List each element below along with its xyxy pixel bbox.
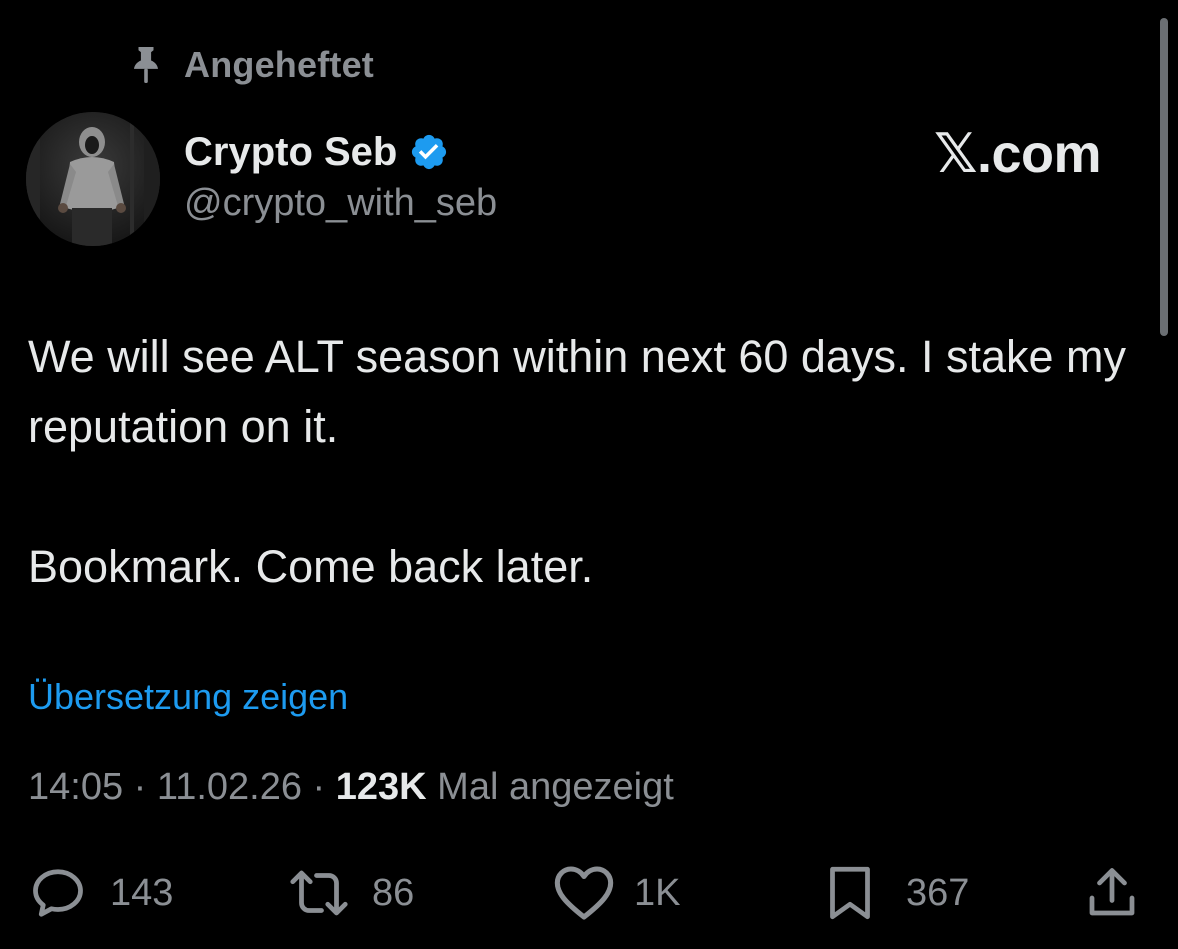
like-button[interactable]: 1K xyxy=(552,858,680,928)
share-button[interactable] xyxy=(1082,858,1142,928)
action-bar: 143 86 1K 367 xyxy=(0,858,1178,928)
views-count: 123K xyxy=(335,766,427,808)
tweet-meta: 14:05 · 11.02.26 · 123K Mal angezeigt xyxy=(28,766,674,809)
reply-button[interactable]: 143 xyxy=(28,858,173,928)
meta-separator: · xyxy=(312,766,326,808)
pinned-indicator: Angeheftet xyxy=(128,40,374,90)
author-handle[interactable]: @crypto_with_seb xyxy=(184,182,497,225)
pin-icon xyxy=(128,44,164,86)
author-name-row[interactable]: Crypto Seb xyxy=(184,126,449,178)
meta-separator: · xyxy=(133,766,147,808)
reply-count: 143 xyxy=(110,871,174,914)
bookmark-button[interactable]: 367 xyxy=(822,858,969,928)
avatar[interactable] xyxy=(26,112,160,246)
tweet-date[interactable]: 11.02.26 xyxy=(157,766,302,808)
bookmark-icon xyxy=(822,863,878,923)
bookmark-count: 367 xyxy=(906,871,970,914)
tweet-text: We will see ALT season within next 60 da… xyxy=(28,322,1138,602)
brand-watermark: 𝕏.com xyxy=(934,124,1102,184)
tweet-time[interactable]: 14:05 xyxy=(28,766,123,808)
scrollbar[interactable] xyxy=(1160,18,1168,336)
pinned-label: Angeheftet xyxy=(184,44,374,85)
verified-badge-icon xyxy=(409,132,449,172)
heart-icon xyxy=(552,863,616,923)
reply-icon xyxy=(28,863,88,923)
tweet-paragraph: Bookmark. Come back later. xyxy=(28,541,594,592)
share-icon xyxy=(1082,863,1142,923)
repost-count: 86 xyxy=(372,871,415,914)
show-translation-link[interactable]: Übersetzung zeigen xyxy=(28,676,348,718)
tweet-paragraph: We will see ALT season within next 60 da… xyxy=(28,331,1127,452)
author-display-name[interactable]: Crypto Seb xyxy=(184,130,397,175)
repost-icon xyxy=(286,863,352,923)
views-label: Mal angezeigt xyxy=(437,766,674,808)
repost-button[interactable]: 86 xyxy=(286,858,414,928)
like-count: 1K xyxy=(634,871,681,914)
